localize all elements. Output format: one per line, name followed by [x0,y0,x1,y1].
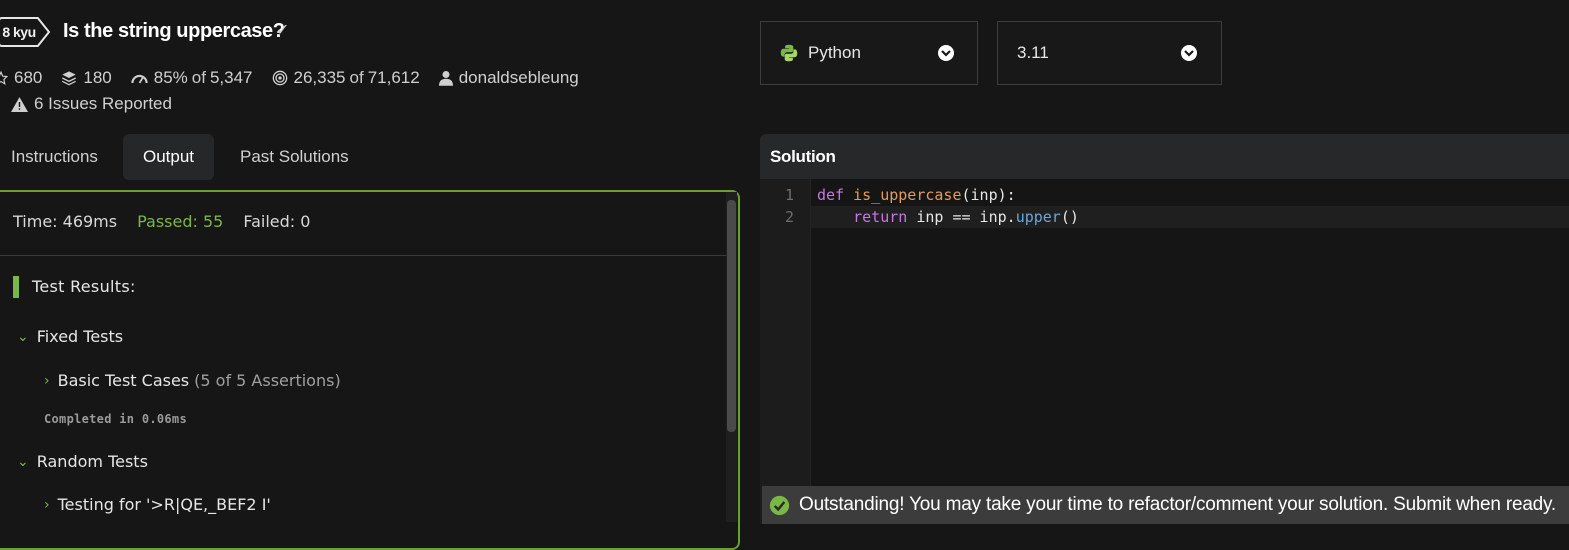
code-text: (inp): [961,186,1016,204]
collections-stat[interactable]: 180 [61,68,112,88]
editor-title: Solution [770,147,836,166]
layers-icon [62,71,77,86]
chevron-down-icon [938,45,954,61]
stars-stat[interactable]: 680 [0,68,42,88]
tab-past-solutions[interactable]: Past Solutions [240,134,349,180]
version-value: 3.11 [1017,43,1049,62]
code-line[interactable]: def is_uppercase(inp): [817,186,1016,204]
completions-count: 26,335 [293,68,346,87]
check-circle-icon [769,495,790,515]
satisfaction-percent: 85% [153,68,188,87]
author-stat[interactable]: donaldsebleung [438,68,579,88]
success-banner: Outstanding! You may take your time to r… [762,486,1569,524]
issues-label: 6 Issues Reported [34,94,172,113]
code-text: inp == inp. [907,208,1016,226]
code-line[interactable]: return inp == inp.upper() [817,208,1079,226]
rank-label: 8 kyu [2,24,36,40]
chevron-down-icon [1181,45,1197,61]
basic-test-cases-group[interactable]: › Basic Test Cases (5 of 5 Assertions) [44,371,341,390]
random-tests-group[interactable]: ⌄ Random Tests [17,452,148,471]
time-value: Time: 469ms [13,212,118,231]
issues-link[interactable]: 6 Issues Reported [11,94,172,114]
attempts-count: 71,612 [367,68,420,87]
output-scroll-thumb[interactable] [727,200,736,432]
chevron-right-icon: › [44,372,50,389]
collections-count: 180 [83,68,112,87]
results-marker [13,276,19,298]
language-value: Python [808,43,861,62]
code-function-name: is_uppercase [853,186,962,204]
satisfaction-votes: 5,347 [209,68,253,87]
editor-header [760,134,1569,179]
gauge-icon [131,74,148,84]
warning-icon [11,96,28,112]
basic-test-cases-label: Basic Test Cases [57,371,190,390]
fixed-tests-group[interactable]: ⌄ Fixed Tests [17,327,123,346]
code-editor[interactable] [760,179,1569,524]
success-message: Outstanding! You may take your time to r… [799,494,1557,515]
author-name[interactable]: donaldsebleung [459,68,579,88]
assertions-count: (5 of 5 Assertions) [194,371,341,390]
passed-count: Passed: 55 [137,212,224,231]
code-keyword: return [853,208,908,226]
kata-stats: 680 180 85% of 5,347 26,335 of 71,612 do… [0,66,598,90]
kata-title: Is the string uppercase? [63,20,285,42]
random-test-case[interactable]: › Testing for '>R|QE,_BEF2 I' [44,495,271,514]
fixed-tests-label: Fixed Tests [36,327,124,346]
code-method-name: upper [1015,208,1061,226]
code-keyword: def [817,186,845,204]
line-number: 1 [784,186,794,204]
failed-count: Failed: 0 [243,212,311,231]
completed-time: Completed in 0.06ms [44,412,187,426]
line-number: 2 [784,208,794,226]
test-summary: Time: 469ms Passed: 55 Failed: 0 [13,212,330,231]
random-tests-label: Random Tests [36,452,148,471]
chevron-down-icon: ⌄ [17,453,29,470]
chevron-down-icon: ⌄ [17,328,29,345]
target-icon [272,70,287,86]
star-icon [0,71,8,85]
tab-output[interactable]: Output [123,134,215,180]
chevron-right-icon: › [44,496,50,513]
testing-for-label: Testing for '>R|QE,_BEF2 I' [57,495,271,514]
rank-badge: 8 kyu [0,17,38,47]
language-select[interactable]: Python [760,21,978,85]
test-results-label: Test Results: [32,277,136,296]
summary-divider [0,255,727,256]
tab-instructions[interactable]: Instructions [11,134,98,180]
completions-of: of [349,68,364,87]
completions-stat: 26,335 of 71,612 [272,68,420,88]
stars-count: 680 [14,68,43,87]
python-icon [780,44,798,62]
code-text: () [1060,208,1079,226]
satisfaction-stat: 85% of 5,347 [131,68,253,88]
version-select[interactable]: 3.11 [997,21,1222,85]
line-gutter [760,179,811,524]
check-icon: ✓ [276,22,290,39]
rank-badge-arrow [36,17,51,47]
satisfaction-of: of [191,68,206,87]
user-icon [438,71,453,86]
